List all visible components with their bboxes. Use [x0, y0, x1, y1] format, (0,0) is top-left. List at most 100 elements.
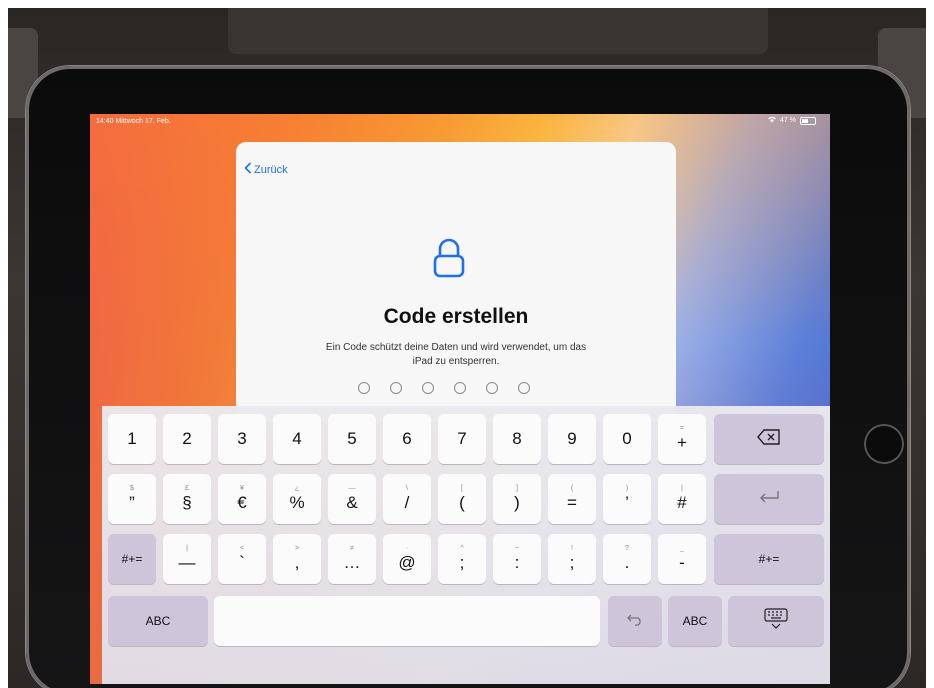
key-hint: £	[185, 485, 189, 492]
key-hint: ¿	[294, 485, 300, 492]
key-hint: ?	[625, 545, 629, 552]
key-label: 1	[127, 429, 137, 448]
key-label: /	[404, 493, 410, 512]
key-section[interactable]: £ §	[163, 474, 211, 524]
key-label: €	[237, 493, 247, 512]
key-label: (	[459, 493, 465, 512]
key-hint: (	[570, 485, 574, 492]
passcode-dot	[422, 382, 434, 394]
key-4[interactable]: 4	[273, 414, 321, 464]
back-button[interactable]: Zurück	[244, 162, 288, 177]
key-5[interactable]: 5	[328, 414, 376, 464]
key-hint: ¥	[240, 485, 244, 492]
key-low-quote[interactable]: > ‚	[273, 534, 321, 584]
key-hash[interactable]: | #	[658, 474, 706, 524]
key-hyphen[interactable]: _ -	[658, 534, 706, 584]
key-question[interactable]: ?.	[603, 534, 651, 584]
key-7[interactable]: 7	[438, 414, 486, 464]
key-paren-close[interactable]: ])	[493, 474, 541, 524]
abc-button-right[interactable]: ABC	[668, 596, 722, 646]
description: Ein Code schützt deine Daten und wird ve…	[276, 341, 636, 369]
page-title: Code erstellen	[383, 305, 529, 328]
key-label: =	[567, 493, 577, 512]
key-label: &	[346, 493, 358, 512]
key-label: #+=	[121, 552, 143, 566]
key-label: .	[624, 553, 630, 572]
key-hint: ~	[514, 545, 520, 552]
key-6[interactable]: 6	[383, 414, 431, 464]
key-backtick[interactable]: < `	[218, 534, 266, 584]
passcode-dot	[486, 382, 498, 394]
key-label: …	[343, 553, 361, 572]
key-2[interactable]: 2	[163, 414, 211, 464]
key-paren-open[interactable]: [(	[438, 474, 486, 524]
key-1[interactable]: 1	[108, 414, 156, 464]
key-hint: [	[461, 485, 463, 492]
key-label: #	[677, 493, 687, 512]
delete-button[interactable]	[714, 414, 824, 464]
key-label: 4	[292, 429, 302, 448]
key-ampersand[interactable]: — &	[328, 474, 376, 524]
key-label: ABC	[682, 614, 708, 628]
delete-icon	[757, 428, 781, 450]
key-label: :	[514, 553, 520, 572]
key-label: 7	[457, 429, 467, 448]
key-quote[interactable]: $”	[108, 474, 156, 524]
battery-percent: 47 %	[780, 117, 796, 124]
key-label: 3	[237, 429, 247, 448]
key-slash[interactable]: \ /	[383, 474, 431, 524]
key-label: )	[514, 493, 520, 512]
passcode-dot	[518, 382, 530, 394]
key-0[interactable]: 0	[603, 414, 651, 464]
key-3[interactable]: 3	[218, 414, 266, 464]
key-percent[interactable]: ¿%	[273, 474, 321, 524]
key-label: -	[679, 553, 685, 572]
key-dash[interactable]: | —	[163, 534, 211, 584]
symbols-toggle-left[interactable]: #+=	[108, 534, 156, 584]
return-button[interactable]	[714, 474, 824, 524]
key-hint: !	[571, 545, 573, 552]
key-equals[interactable]: (=	[548, 474, 596, 524]
key-label: ;	[459, 553, 465, 572]
key-hint: <	[239, 545, 245, 552]
key-label: 0	[622, 429, 632, 448]
space-bar[interactable]	[214, 596, 600, 646]
key-9[interactable]: 9	[548, 414, 596, 464]
home-button[interactable]	[864, 424, 904, 464]
symbols-toggle-right[interactable]: #+=	[714, 534, 824, 584]
key-label: 6	[402, 429, 412, 448]
key-apostrophe[interactable]: )’	[603, 474, 651, 524]
abc-button-left[interactable]: ABC	[108, 596, 208, 646]
key-at[interactable]: · @	[383, 534, 431, 584]
dismiss-keyboard-button[interactable]	[728, 596, 824, 646]
key-hint: $	[130, 485, 134, 492]
key-label: 8	[512, 429, 522, 448]
key-hint: —	[348, 485, 356, 492]
undo-icon	[626, 612, 644, 631]
key-hint: |	[186, 545, 188, 552]
key-ellipsis[interactable]: ≠…	[328, 534, 376, 584]
back-label: Zurück	[254, 163, 288, 176]
key-8[interactable]: 8	[493, 414, 541, 464]
key-plus[interactable]: = +	[658, 414, 706, 464]
status-time-date: 14:40 Mittwoch 17. Feb.	[96, 118, 171, 125]
key-label: ”	[129, 493, 135, 512]
description-line-1: Ein Code schützt deine Daten und wird ve…	[325, 342, 587, 353]
key-exclamation[interactable]: !;	[548, 534, 596, 584]
key-hint: >	[294, 545, 300, 552]
key-label: —	[178, 553, 196, 572]
key-label: @	[398, 553, 416, 572]
lock-icon	[432, 238, 466, 278]
key-label: ’	[625, 493, 629, 512]
key-colon[interactable]: ~:	[493, 534, 541, 584]
key-label: ;	[569, 553, 575, 572]
key-semicolon[interactable]: ^;	[438, 534, 486, 584]
wifi-icon	[768, 116, 777, 125]
keyboard-hide-icon	[763, 607, 789, 635]
key-euro[interactable]: ¥ €	[218, 474, 266, 524]
battery-icon	[800, 116, 816, 125]
photo: 14:40 Mittwoch 17. Feb. 47 % Zurück Code…	[8, 8, 926, 688]
key-label: 5	[347, 429, 357, 448]
undo-button[interactable]	[608, 596, 662, 646]
key-label: %	[289, 493, 305, 512]
